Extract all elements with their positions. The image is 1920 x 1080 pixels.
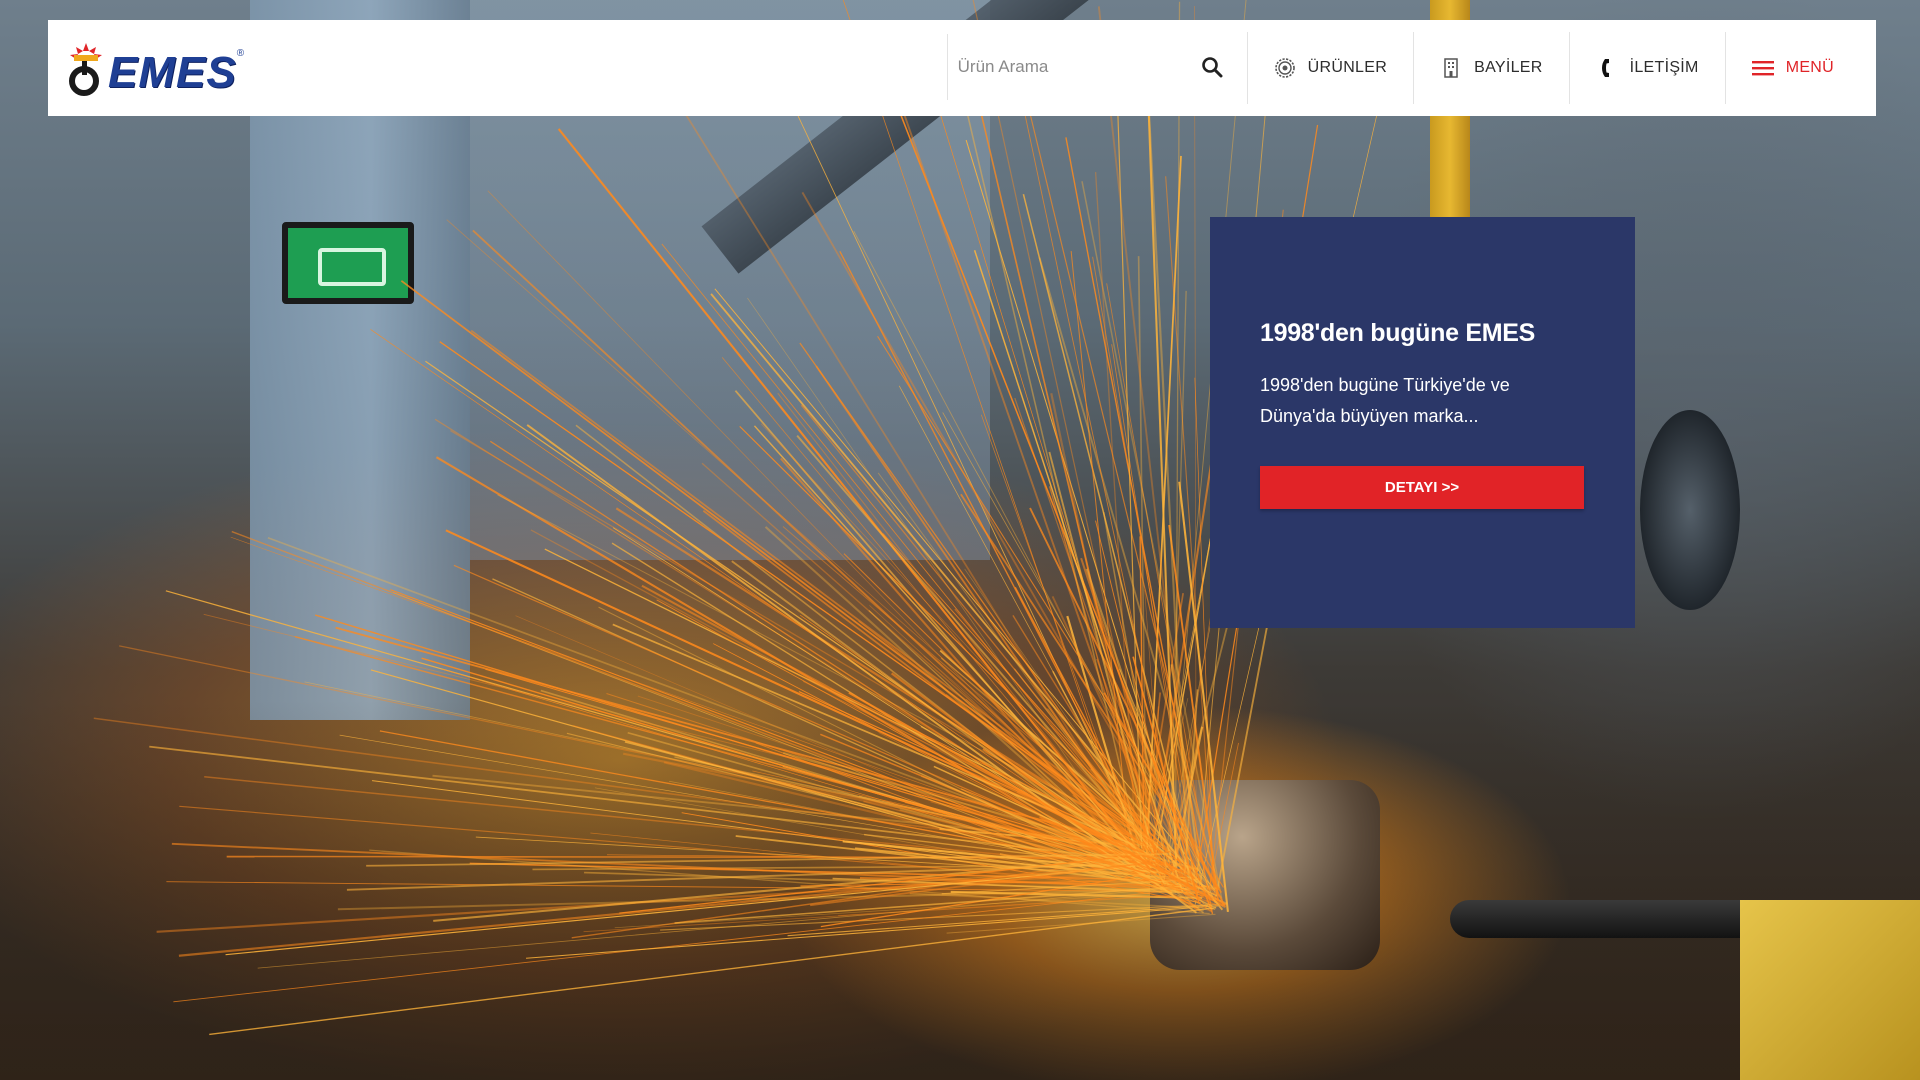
spark-streak: [231, 530, 1219, 907]
spark-streak: [337, 887, 1217, 911]
nav-contact-label: İLETİŞİM: [1629, 59, 1699, 76]
phone-icon: [1596, 57, 1618, 79]
nav-menu-label: MENÜ: [1785, 59, 1834, 76]
nav-products-label: ÜRÜNLER: [1307, 59, 1388, 76]
registered-mark: ®: [236, 48, 245, 59]
nav-dealers-label: BAYİLER: [1474, 59, 1543, 76]
building-icon: [1440, 57, 1462, 79]
spark-streak: [470, 329, 1162, 848]
product-search: [946, 34, 1247, 100]
gear-icon: [1274, 57, 1296, 79]
logo-text: EMES: [108, 48, 237, 97]
details-button[interactable]: DETAYI >>: [1260, 466, 1584, 509]
nav-dealers[interactable]: BAYİLER: [1413, 32, 1569, 104]
hero-card-title: 1998'den bugüne EMES: [1260, 319, 1536, 347]
search-icon[interactable]: [1199, 54, 1225, 80]
nav-products[interactable]: ÜRÜNLER: [1246, 32, 1413, 104]
site-header: EMES ® ÜRÜNLER: [48, 20, 1876, 116]
header-spacer: [348, 20, 947, 116]
hero-card-text: 1998'den bugüne Türkiye'de ve Dünya'da b…: [1260, 375, 1510, 426]
search-input[interactable]: [957, 57, 1199, 77]
spark-streak: [1070, 251, 1132, 864]
spark-streak: [370, 329, 1184, 891]
spark-streak: [1094, 172, 1137, 847]
hamburger-menu-icon: [1751, 57, 1774, 79]
spark-streak: [1038, 257, 1221, 889]
logo[interactable]: EMES ®: [48, 20, 348, 116]
nav-menu[interactable]: MENÜ: [1724, 32, 1876, 104]
spark-streak: [209, 906, 1217, 1036]
logo-emblem: [66, 39, 106, 97]
spark-streak: [173, 885, 1211, 1003]
nav-contact[interactable]: İLETİŞİM: [1568, 32, 1725, 104]
hero-info-card: 1998'den bugüne EMES 1998'den bugüne Tür…: [1210, 217, 1635, 628]
